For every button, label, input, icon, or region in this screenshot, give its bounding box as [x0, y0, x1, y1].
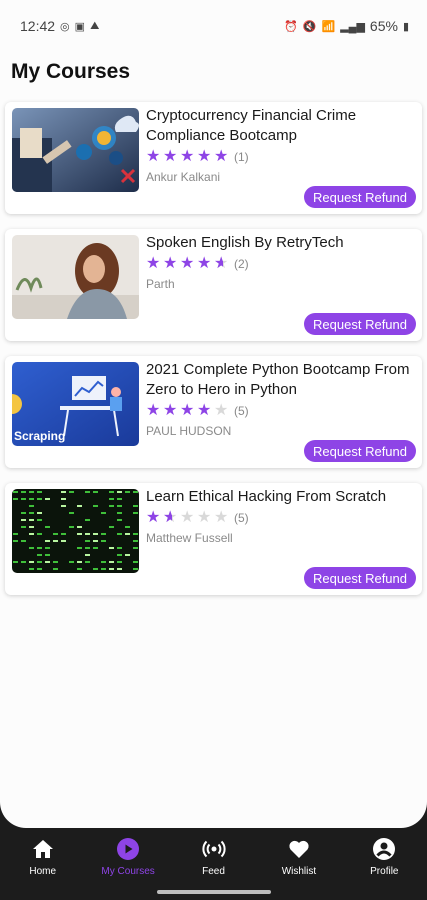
star-half-icon: ★: [214, 256, 231, 272]
whatsapp-icon: ◎: [60, 20, 70, 33]
review-count: (5): [234, 404, 249, 418]
star-full-icon: ★: [180, 403, 197, 419]
rating-stars: ★★★★★(5): [146, 509, 416, 527]
star-full-icon: ★: [163, 149, 180, 165]
status-time: 12:42: [20, 18, 55, 34]
nav-item-wishlist[interactable]: Wishlist: [256, 828, 341, 886]
request-refund-button[interactable]: Request Refund: [304, 567, 416, 589]
star-half-icon: ★: [163, 510, 180, 526]
request-refund-button[interactable]: Request Refund: [304, 440, 416, 462]
profile-icon: [372, 837, 396, 861]
course-author: Ankur Kalkani: [146, 170, 416, 184]
course-card[interactable]: Cryptocurrency Financial Crime Complianc…: [5, 102, 422, 214]
star-empty-icon: ★: [180, 510, 197, 526]
star-full-icon: ★: [146, 403, 163, 419]
star-full-icon: ★: [180, 149, 197, 165]
course-author: Parth: [146, 277, 416, 291]
request-refund-button[interactable]: Request Refund: [304, 186, 416, 208]
play-circle-icon: [116, 837, 140, 861]
course-thumbnail: [12, 108, 139, 192]
nav-label: Profile: [370, 866, 398, 877]
course-title: Cryptocurrency Financial Crime Complianc…: [146, 106, 416, 146]
rating-stars: ★★★★★(2): [146, 255, 416, 273]
star-full-icon: ★: [146, 256, 163, 272]
course-author: PAUL HUDSON: [146, 424, 416, 438]
gesture-bar[interactable]: [157, 890, 271, 894]
star-full-icon: ★: [180, 256, 197, 272]
nav-item-home[interactable]: Home: [0, 828, 85, 886]
rating-stars: ★★★★★(5): [146, 402, 416, 420]
star-empty-icon: ★: [197, 510, 214, 526]
nav-item-feed[interactable]: Feed: [171, 828, 256, 886]
nav-label: My Courses: [101, 866, 154, 877]
alarm-icon: ⏰: [284, 20, 298, 33]
star-full-icon: ★: [163, 403, 180, 419]
app-notification-icon: ▣: [75, 20, 85, 33]
course-card[interactable]: Learn Ethical Hacking From Scratch ★ ★ ★ ★ ★…: [5, 483, 422, 595]
course-list: Cryptocurrency Financial Crime Complianc…: [0, 102, 427, 595]
review-count: (1): [234, 150, 249, 164]
app-screen: 12:42 ◎ ▣ ⛰ ⏰ 🔇 📶 ▂▄▆ 65% ▮ My Courses C…: [0, 0, 427, 900]
signal-icon: ▂▄▆: [340, 20, 365, 33]
home-icon: [31, 837, 55, 861]
course-author: Matthew Fussell: [146, 531, 416, 545]
page-title: My Courses: [0, 52, 427, 102]
star-full-icon: ★: [163, 256, 180, 272]
wifi-icon: 📶: [321, 20, 335, 33]
star-full-icon: ★: [146, 510, 163, 526]
battery-icon: ▮: [403, 20, 409, 33]
review-count: (2): [234, 257, 249, 271]
course-card[interactable]: Spoken English By RetryTech ★★★★★(2) Par…: [5, 229, 422, 341]
nav-item-profile[interactable]: Profile: [342, 828, 427, 886]
star-full-icon: ★: [197, 149, 214, 165]
nav-label: Feed: [202, 866, 225, 877]
star-empty-icon: ★: [214, 403, 231, 419]
course-title: Learn Ethical Hacking From Scratch: [146, 487, 416, 507]
content-sheet: 12:42 ◎ ▣ ⛰ ⏰ 🔇 📶 ▂▄▆ 65% ▮ My Courses C…: [0, 0, 427, 828]
battery-percent: 65%: [370, 18, 398, 34]
star-empty-icon: ★: [214, 510, 231, 526]
course-title: 2021 Complete Python Bootcamp From Zero …: [146, 360, 416, 400]
broadcast-icon: [202, 837, 226, 861]
status-bar: 12:42 ◎ ▣ ⛰ ⏰ 🔇 📶 ▂▄▆ 65% ▮: [0, 0, 427, 52]
course-card[interactable]: Scraping 2021 Complete Python Bootcamp F…: [5, 356, 422, 468]
nav-label: Home: [29, 866, 56, 877]
course-thumbnail: [12, 235, 139, 319]
course-title: Spoken English By RetryTech: [146, 233, 416, 253]
course-thumbnail: Scraping: [12, 362, 139, 446]
star-full-icon: ★: [214, 149, 231, 165]
review-count: (5): [234, 511, 249, 525]
thumbnail-caption: Scraping: [14, 429, 65, 443]
rating-stars: ★ ★ ★ ★ ★ (1): [146, 148, 416, 166]
star-full-icon: ★: [146, 149, 163, 165]
course-thumbnail: [12, 489, 139, 573]
mute-icon: 🔇: [303, 20, 317, 33]
star-full-icon: ★: [197, 256, 214, 272]
landscape-icon: ⛰: [90, 20, 99, 33]
heart-icon: [287, 837, 311, 861]
bottom-navigation: Home My Courses Feed Wishlist Profile: [0, 828, 427, 886]
nav-label: Wishlist: [282, 866, 316, 877]
nav-item-my-courses[interactable]: My Courses: [85, 828, 170, 886]
request-refund-button[interactable]: Request Refund: [304, 313, 416, 335]
star-full-icon: ★: [197, 403, 214, 419]
